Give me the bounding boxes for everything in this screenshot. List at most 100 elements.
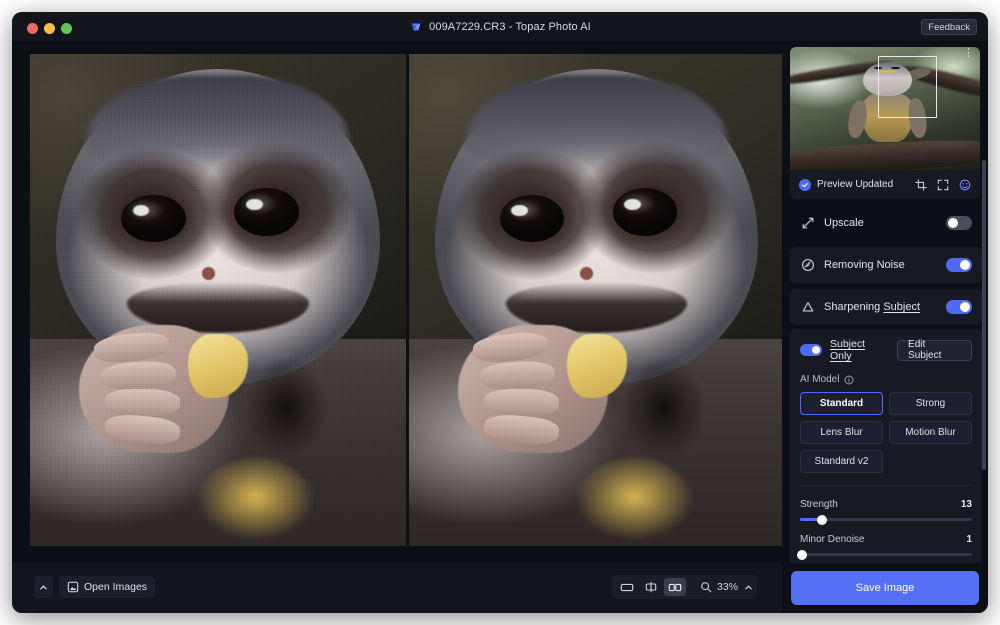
toggle-knob — [960, 260, 970, 270]
sharpening-settings-panel: Subject Only Edit Subject AI Model Stand… — [790, 329, 982, 568]
slider-label-minor-denoise: Minor Denoise — [800, 534, 864, 545]
topaz-gem-icon — [409, 20, 423, 34]
image-noise-overlay — [30, 54, 406, 546]
monkey-nose — [580, 267, 593, 280]
model-label: Motion Blur — [905, 427, 956, 438]
monkey-mouth-shadow — [615, 349, 713, 467]
monkey-arm-left — [845, 99, 868, 140]
chevron-up-icon — [39, 583, 48, 592]
sidebar-scrollbar[interactable] — [982, 160, 986, 470]
open-images-group: Open Images — [34, 576, 155, 598]
split-pane-icon — [644, 581, 658, 593]
collapse-filmstrip-button[interactable] — [34, 576, 53, 598]
edit-subject-button[interactable]: Edit Subject — [897, 340, 972, 361]
model-button-standard-v2[interactable]: Standard v2 — [800, 450, 883, 473]
single-view-button[interactable] — [616, 578, 638, 596]
toggle-knob — [948, 218, 958, 228]
model-label: Standard v2 — [815, 456, 869, 467]
model-label: Standard — [820, 398, 863, 409]
slider-value-strength: 13 — [961, 499, 972, 510]
save-image-button[interactable]: Save Image — [791, 571, 979, 605]
window-title: 009A7229.CR3 - Topaz Photo AI — [429, 21, 591, 33]
ai-model-options: Standard Strong Lens Blur Motion Blur St… — [800, 392, 972, 473]
slider-value-minor-denoise: 1 — [966, 534, 972, 545]
feature-label-upscale: Upscale — [824, 217, 864, 229]
feedback-label: Feedback — [928, 22, 970, 33]
slider-minor-denoise: Minor Denoise 1 — [800, 534, 972, 556]
check-circle-icon — [799, 179, 811, 191]
slider-knob-minor-denoise[interactable] — [797, 550, 807, 560]
bottom-toolbar: Open Images — [12, 563, 782, 613]
toggle-sharpening[interactable] — [946, 300, 972, 314]
toggle-removing-noise[interactable] — [946, 258, 972, 272]
zoom-control[interactable]: 33% — [694, 581, 753, 593]
sharpening-subject-link[interactable]: Subject — [883, 301, 920, 313]
open-images-button[interactable]: Open Images — [59, 576, 155, 598]
original-image-pane[interactable] — [30, 54, 406, 546]
compare-view — [30, 54, 784, 546]
model-label: Strong — [916, 398, 945, 409]
side-by-side-view-button[interactable] — [664, 578, 686, 596]
slider-track-strength[interactable] — [800, 518, 972, 521]
ai-model-header: AI Model — [800, 374, 972, 385]
divider — [800, 485, 972, 486]
info-icon[interactable] — [844, 375, 854, 385]
slider-header: Minor Denoise 1 — [800, 534, 972, 545]
model-button-motion-blur[interactable]: Motion Blur — [889, 421, 972, 444]
noise-circle-icon — [800, 258, 816, 272]
crop-icon[interactable] — [915, 179, 927, 191]
model-button-lens-blur[interactable]: Lens Blur — [800, 421, 883, 444]
model-button-standard[interactable]: Standard — [800, 392, 883, 415]
slider-knob-strength[interactable] — [817, 515, 827, 525]
processed-image-pane[interactable] — [409, 54, 784, 546]
triangle-icon — [800, 300, 816, 314]
feature-row-removing-noise[interactable]: Removing Noise — [790, 247, 982, 283]
view-mode-controls: 33% — [612, 575, 757, 599]
subject-only-row: Subject Only Edit Subject — [800, 338, 972, 362]
kebab-menu-icon[interactable]: ⋮ — [963, 51, 974, 56]
preview-selection-rectangle[interactable] — [878, 56, 937, 119]
fullscreen-icon[interactable] — [937, 179, 949, 191]
feature-row-sharpening[interactable]: Sharpening Subject — [790, 289, 982, 325]
ai-model-label: AI Model — [800, 374, 839, 385]
canvas-area — [12, 42, 782, 563]
toggle-knob — [960, 302, 970, 312]
save-image-label: Save Image — [856, 582, 915, 594]
original-image — [30, 54, 406, 546]
feature-label-sharpening: Sharpening Subject — [824, 301, 920, 313]
feature-label-removing-noise: Removing Noise — [824, 259, 905, 271]
open-images-label: Open Images — [84, 581, 147, 593]
magnifier-icon — [700, 581, 712, 593]
processed-image — [409, 54, 784, 546]
single-pane-icon — [620, 582, 634, 593]
slider-label-strength: Strength — [800, 499, 838, 510]
save-area: Save Image — [782, 563, 988, 613]
sharpening-text: Sharpening — [824, 301, 880, 313]
image-icon — [67, 581, 79, 593]
toggle-upscale[interactable] — [946, 216, 972, 230]
feedback-button[interactable]: Feedback — [921, 19, 977, 35]
subject-only-label[interactable]: Subject Only — [830, 338, 889, 362]
expand-arrows-icon — [800, 216, 816, 230]
thumbnail-image[interactable]: ⋮ — [790, 47, 980, 170]
titlebar: 009A7229.CR3 - Topaz Photo AI Feedback — [12, 12, 988, 42]
title-group: 009A7229.CR3 - Topaz Photo AI — [12, 12, 988, 42]
preview-actions — [915, 179, 971, 191]
app-window: 009A7229.CR3 - Topaz Photo AI Feedback — [12, 12, 988, 613]
face-detect-icon[interactable] — [959, 179, 971, 191]
slider-header: Strength 13 — [800, 499, 972, 510]
preview-status-label: Preview Updated — [817, 179, 893, 190]
toggle-subject-only[interactable] — [800, 344, 822, 356]
edit-subject-label: Edit Subject — [908, 339, 961, 361]
model-label: Lens Blur — [820, 427, 862, 438]
zoom-level-value: 33% — [717, 581, 739, 593]
chevron-up-icon[interactable] — [744, 583, 753, 592]
feature-row-upscale[interactable]: Upscale — [790, 205, 982, 241]
monkey-eye-right — [613, 188, 678, 235]
right-sidebar: ⋮ Preview Updated — [782, 42, 988, 613]
slider-strength: Strength 13 — [800, 499, 972, 521]
split-view-button[interactable] — [640, 578, 662, 596]
slider-track-minor-denoise[interactable] — [800, 553, 972, 556]
model-button-strong[interactable]: Strong — [889, 392, 972, 415]
side-by-side-icon — [668, 582, 682, 593]
